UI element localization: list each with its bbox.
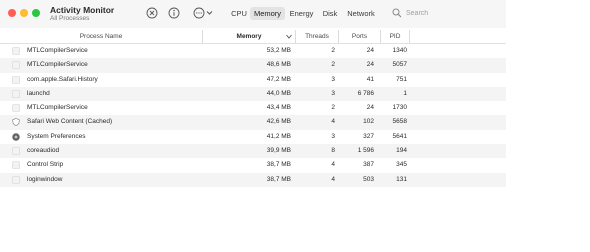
tab-network[interactable]: Network: [343, 7, 379, 20]
pid-cell: 5057: [392, 61, 407, 69]
process-name-cell: coreaudiod: [27, 147, 60, 155]
memory-cell: 38,7 MB: [266, 161, 291, 169]
threads-cell: 4: [331, 175, 335, 183]
table-row[interactable]: com.apple.Safari.History 47,2 MB 3 41 751: [0, 73, 506, 87]
ports-cell: 327: [363, 132, 374, 140]
table-row[interactable]: launchd 44,0 MB 3 6 786 1: [0, 86, 506, 102]
column-header-process-name[interactable]: Process Name: [0, 30, 203, 43]
column-header-pid[interactable]: PID: [381, 30, 410, 43]
window-title: Activity Monitor: [50, 5, 115, 15]
blank-document-icon: [12, 61, 20, 70]
shield-icon: [12, 118, 20, 127]
search-field[interactable]: [386, 6, 504, 20]
column-header-memory[interactable]: Memory: [203, 30, 296, 43]
memory-cell: 39,9 MB: [266, 147, 291, 155]
process-name-cell: Safari Web Content (Cached): [27, 118, 113, 126]
column-header-threads[interactable]: Threads: [296, 30, 339, 43]
blank-document-icon: [12, 90, 20, 98]
memory-cell: 44,0 MB: [266, 89, 291, 97]
process-name-cell: com.apple.Safari.History: [27, 75, 98, 83]
memory-cell: 38,7 MB: [266, 175, 291, 183]
threads-cell: 3: [331, 75, 335, 83]
process-table: MTLCompilerService 53,2 MB 2 24 1340 MTLCompi…: [0, 44, 506, 187]
memory-cell: 42,6 MB: [266, 118, 291, 126]
table-row[interactable]: MTLCompilerService 53,2 MB 2 24 1340: [0, 44, 506, 58]
blank-document-icon: [12, 161, 20, 170]
process-name-cell: System Preferences: [27, 132, 86, 140]
memory-cell: 43,4 MB: [266, 104, 291, 112]
blank-document-icon: [12, 75, 20, 84]
close-window-button[interactable]: [8, 9, 16, 17]
ports-cell: 24: [366, 104, 374, 112]
stop-icon[interactable]: [146, 7, 158, 19]
process-name-cell: loginwindow: [27, 175, 63, 183]
threads-cell: 8: [331, 147, 335, 155]
tab-memory[interactable]: Memory: [250, 7, 285, 20]
pid-cell: 345: [396, 161, 407, 169]
ports-cell: 24: [366, 47, 374, 54]
tab-energy[interactable]: Energy: [286, 7, 317, 20]
pid-cell: 1: [403, 89, 407, 97]
ports-cell: 41: [366, 75, 374, 83]
ports-cell: 1 596: [357, 147, 374, 155]
threads-cell: 2: [331, 47, 335, 54]
pid-cell: 5658: [392, 118, 407, 126]
pid-cell: 751: [396, 75, 407, 83]
threads-cell: 3: [331, 132, 335, 140]
search-icon: [392, 8, 402, 18]
memory-cell: 53,2 MB: [266, 47, 291, 54]
ports-cell: 102: [363, 118, 374, 126]
process-name-cell: MTLCompilerService: [27, 104, 88, 112]
pid-cell: 1730: [392, 104, 407, 112]
threads-cell: 4: [331, 161, 335, 169]
table-row[interactable]: Safari Web Content (Cached) 42,6 MB 4 102 56…: [0, 115, 506, 130]
threads-cell: 2: [331, 61, 335, 69]
process-name-cell: Control Strip: [27, 161, 64, 169]
threads-cell: 3: [331, 89, 335, 97]
table-row[interactable]: MTLCompilerService 43,4 MB 2 24 1730: [0, 101, 506, 115]
search-input[interactable]: [406, 7, 498, 19]
chevron-down-icon[interactable]: [206, 10, 213, 16]
process-name-cell: launchd: [27, 89, 50, 97]
action-icon[interactable]: [193, 7, 205, 19]
table-row[interactable]: loginwindow 38,7 MB 4 503 131: [0, 172, 506, 187]
blank-document-icon: [12, 47, 20, 55]
pid-cell: 194: [396, 147, 407, 155]
tab-disk[interactable]: Disk: [318, 7, 342, 20]
ports-cell: 503: [363, 175, 374, 183]
pid-cell: 5641: [392, 132, 407, 140]
table-row[interactable]: System Preferences 41,2 MB 3 327 5641: [0, 130, 506, 144]
window-subtitle[interactable]: All Processes: [50, 15, 89, 22]
sort-descending-icon: [286, 34, 292, 39]
activity-monitor-window: Activity Monitor All Processes CPU Memor…: [0, 0, 506, 200]
threads-cell: 4: [331, 118, 335, 126]
tab-cpu[interactable]: CPU: [228, 7, 250, 20]
minimize-window-button[interactable]: [20, 9, 28, 17]
table-row[interactable]: Control Strip 38,7 MB 4 387 345: [0, 158, 506, 172]
memory-cell: 41,2 MB: [266, 132, 291, 140]
blank-document-icon: [12, 104, 20, 112]
pid-cell: 1340: [392, 47, 407, 54]
ports-cell: 387: [363, 161, 374, 169]
memory-cell: 48,6 MB: [266, 61, 291, 69]
table-header: Process Name Memory Threads Ports PID: [0, 30, 506, 44]
process-name-cell: MTLCompilerService: [27, 47, 88, 54]
blank-document-icon: [12, 175, 20, 184]
ports-cell: 24: [366, 61, 374, 69]
column-header-ports[interactable]: Ports: [339, 30, 381, 43]
process-name-cell: MTLCompilerService: [27, 61, 88, 69]
memory-cell: 47,2 MB: [266, 75, 291, 83]
blank-document-icon: [12, 147, 20, 155]
info-icon[interactable]: [168, 7, 180, 19]
table-row[interactable]: MTLCompilerService 48,6 MB 2 24 5057: [0, 58, 506, 73]
threads-cell: 2: [331, 104, 335, 112]
toolbar: Activity Monitor All Processes CPU Memor…: [0, 0, 506, 28]
table-row[interactable]: coreaudiod 39,9 MB 8 1 596 194: [0, 144, 506, 159]
pid-cell: 131: [396, 175, 407, 183]
ports-cell: 6 786: [357, 89, 374, 97]
zoom-window-button[interactable]: [32, 9, 40, 17]
gear-icon: [12, 133, 20, 141]
